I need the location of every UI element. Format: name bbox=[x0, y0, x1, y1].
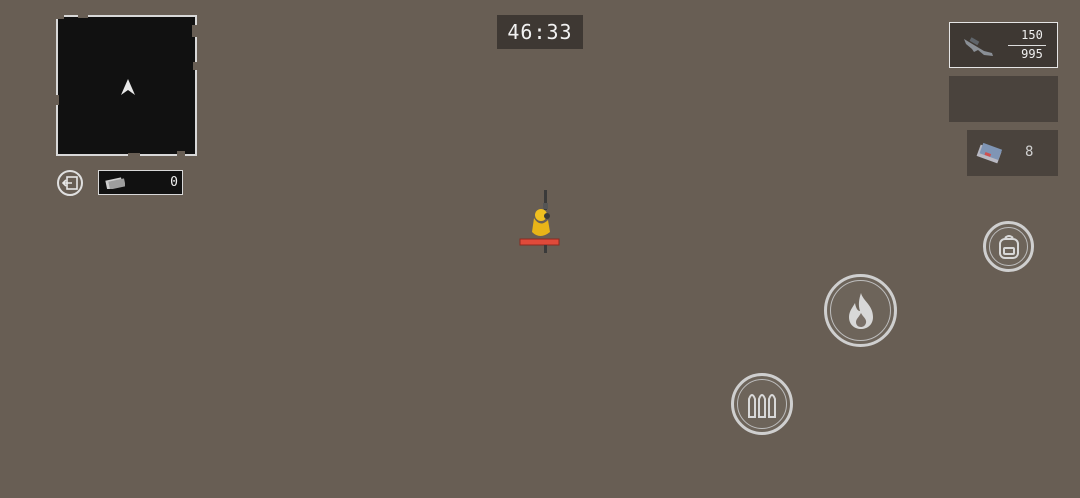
cash-counter: 0 bbox=[98, 170, 183, 195]
reload-button[interactable] bbox=[731, 373, 793, 435]
game-viewport[interactable]: 0 46:33 150 995 8 bbox=[0, 0, 1080, 498]
rifle-icon bbox=[964, 37, 993, 56]
backpack-button[interactable] bbox=[983, 221, 1034, 272]
item-count: 8 bbox=[1025, 144, 1034, 160]
cash-value: 0 bbox=[170, 175, 178, 190]
backpack-icon bbox=[998, 234, 1019, 259]
cash-icon bbox=[105, 176, 125, 189]
secondary-weapon-slot[interactable] bbox=[949, 76, 1058, 122]
weapon-slot[interactable]: 150 995 bbox=[949, 22, 1058, 68]
bullets-icon bbox=[748, 394, 776, 418]
exit-icon bbox=[62, 176, 78, 190]
player-marker-icon bbox=[121, 79, 135, 95]
match-timer: 46:33 bbox=[497, 15, 583, 49]
player-character bbox=[519, 190, 560, 253]
keycard-icon bbox=[976, 142, 1003, 164]
minimap[interactable] bbox=[56, 15, 197, 156]
flame-icon bbox=[848, 292, 873, 329]
exit-button[interactable] bbox=[57, 170, 83, 196]
item-slot[interactable]: 8 bbox=[967, 130, 1058, 176]
magazine-ammo: 150 bbox=[1021, 28, 1043, 42]
ammo-divider bbox=[1008, 45, 1046, 46]
fire-button[interactable] bbox=[824, 274, 897, 347]
reserve-ammo: 995 bbox=[1021, 47, 1043, 61]
